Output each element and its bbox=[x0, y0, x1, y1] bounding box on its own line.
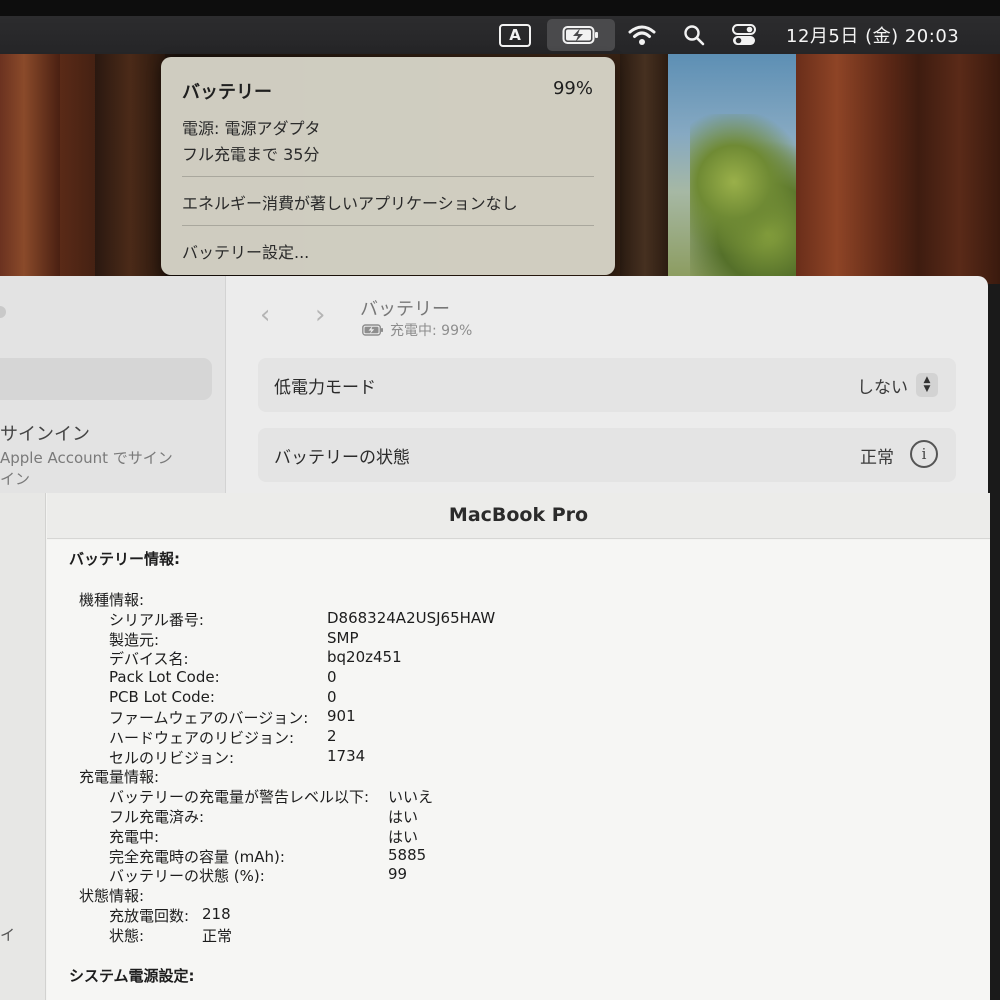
sysinfo-content: バッテリー情報: 機種情報: シリアル番号: D868324A2USJ65HAW… bbox=[47, 540, 990, 1000]
input-source-label: A bbox=[499, 23, 531, 47]
info-value: 0 bbox=[327, 668, 337, 686]
input-source-icon[interactable]: A bbox=[497, 16, 533, 54]
info-value: 5885 bbox=[388, 846, 427, 864]
info-value: いいえ bbox=[388, 788, 434, 806]
info-icon[interactable]: i bbox=[910, 440, 938, 468]
info-label: フル充電済み: bbox=[109, 808, 205, 826]
info-value: はい bbox=[388, 828, 419, 846]
power-settings-heading: システム電源設定: bbox=[69, 967, 195, 985]
settings-sidebar: サインイン Apple Account でサイン イン bbox=[0, 276, 226, 506]
sidebar-account-text[interactable]: Apple Account でサイン bbox=[0, 447, 173, 468]
info-label: バッテリーの状態 (%): bbox=[109, 867, 265, 885]
sidebar-signin[interactable]: サインイン bbox=[0, 420, 90, 446]
info-value: D868324A2USJ65HAW bbox=[327, 609, 496, 627]
info-label: 状態: bbox=[109, 927, 145, 945]
battery-menu: バッテリー 99% 電源: 電源アダプタ フル充電まで 35分 エネルギー消費が… bbox=[161, 57, 615, 275]
popup-stepper-icon[interactable]: ▲ ▼ bbox=[916, 373, 938, 397]
info-value: 正常 bbox=[202, 927, 233, 945]
info-label: 製造元: bbox=[109, 631, 160, 649]
info-label: 充電中: bbox=[109, 828, 160, 846]
battery-charging-icon bbox=[362, 324, 383, 336]
info-label: 充放電回数: bbox=[109, 907, 190, 925]
forward-chevron-icon[interactable]: › bbox=[315, 300, 325, 330]
battery-charging-icon[interactable] bbox=[547, 19, 615, 51]
info-value: 0 bbox=[327, 688, 337, 706]
time-to-full: フル充電まで 35分 bbox=[182, 145, 320, 164]
sidebar-item-partial[interactable]: イ bbox=[0, 924, 15, 945]
status-info-group: 状態情報: bbox=[79, 887, 145, 905]
info-label: ファームウェアのバージョン: bbox=[109, 709, 309, 727]
info-label: Pack Lot Code: bbox=[109, 668, 220, 686]
info-label: セルのリビジョン: bbox=[109, 749, 235, 767]
info-value: 901 bbox=[327, 707, 356, 725]
info-value: はい bbox=[388, 808, 419, 826]
system-settings-window: サインイン Apple Account でサイン イン ‹ › バッテリー 充電… bbox=[0, 276, 988, 506]
battery-health-label: バッテリーの状態 bbox=[274, 448, 410, 468]
info-value: 99 bbox=[388, 865, 408, 883]
info-label: シリアル番号: bbox=[109, 611, 204, 629]
menu-bar: A 12月5日 (金) 20:03 bbox=[0, 16, 1000, 54]
menu-divider bbox=[182, 176, 594, 177]
sysinfo-titlebar: MacBook Pro bbox=[47, 493, 990, 539]
sidebar-search-field[interactable] bbox=[0, 358, 212, 400]
info-label: デバイス名: bbox=[109, 650, 189, 668]
search-icon[interactable] bbox=[678, 16, 710, 54]
screen-bezel bbox=[0, 0, 1000, 16]
info-value: 1734 bbox=[327, 747, 366, 765]
battery-percent: 99% bbox=[552, 78, 593, 99]
page-title: バッテリー bbox=[360, 299, 450, 320]
info-value: bq20z451 bbox=[327, 648, 402, 666]
low-power-mode-label: 低電力モード bbox=[274, 378, 376, 398]
charging-status: 充電中: 99% bbox=[390, 323, 473, 339]
low-power-mode-value[interactable]: しない bbox=[857, 373, 908, 398]
info-label: PCB Lot Code: bbox=[109, 688, 215, 706]
model-info-group: 機種情報: bbox=[79, 591, 145, 609]
info-value: 2 bbox=[327, 727, 337, 745]
battery-info-heading: バッテリー情報: bbox=[69, 550, 180, 568]
energy-apps-item: エネルギー消費が著しいアプリケーションなし bbox=[182, 194, 518, 213]
info-label: ハードウェアのリビジョン: bbox=[109, 729, 295, 747]
wifi-icon[interactable] bbox=[624, 16, 660, 54]
window-title: MacBook Pro bbox=[448, 504, 589, 526]
info-value: 218 bbox=[202, 905, 231, 923]
battery-health-row: バッテリーの状態 正常 i bbox=[258, 428, 956, 482]
system-information-window: イ MacBook Pro バッテリー情報: 機種情報: シリアル番号: D86… bbox=[0, 493, 990, 1000]
low-power-mode-row: 低電力モード しない ▲ ▼ bbox=[258, 358, 956, 412]
sysinfo-sidebar: イ bbox=[0, 493, 46, 1000]
battery-settings-item[interactable]: バッテリー設定... bbox=[182, 239, 309, 263]
info-value: SMP bbox=[327, 629, 359, 647]
sidebar-account-text-2[interactable]: イン bbox=[0, 468, 30, 489]
info-label: バッテリーの充電量が警告レベル以下: bbox=[109, 788, 370, 806]
power-source: 電源: 電源アダプタ bbox=[182, 119, 321, 138]
battery-menu-title: バッテリー bbox=[182, 82, 272, 103]
charge-info-group: 充電量情報: bbox=[79, 768, 160, 786]
info-label: 完全充電時の容量 (mAh): bbox=[109, 848, 285, 866]
clock[interactable]: 12月5日 (金) 20:03 bbox=[778, 16, 978, 54]
back-chevron-icon[interactable]: ‹ bbox=[260, 300, 270, 330]
menu-divider bbox=[182, 225, 594, 226]
battery-health-value: 正常 bbox=[860, 448, 894, 468]
page-subtitle: 充電中: 99% bbox=[362, 320, 472, 340]
control-center-icon[interactable] bbox=[727, 16, 761, 54]
window-control[interactable] bbox=[0, 306, 6, 318]
